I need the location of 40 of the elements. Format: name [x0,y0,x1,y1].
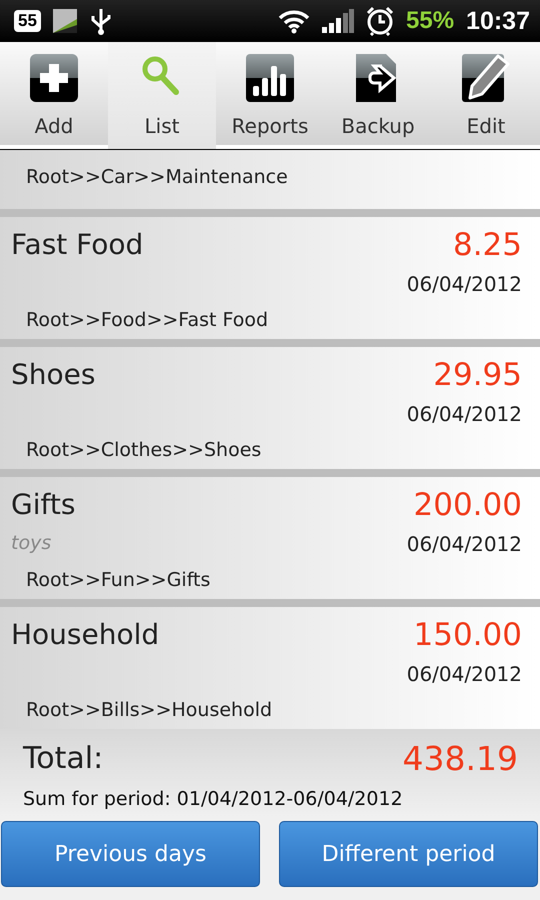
expense-amount: 200.00 [412,486,522,525]
usb-icon [88,7,113,35]
pencil-icon [460,52,512,104]
period-button[interactable]: Previous days [1,821,260,887]
expense-row[interactable]: Household 150.00 06/04/2012 Root>>Bills>>Household [0,607,540,729]
bar-chart-icon [244,52,296,104]
expense-date: 06/04/2012 [406,272,522,298]
expense-note: toys [11,532,52,556]
expense-amount: 29.95 [432,356,522,395]
wifi-icon [278,8,310,34]
period-button[interactable]: Different period [279,821,538,887]
period-summary: Sum for period: 01/04/2012-06/04/2012 [23,787,404,812]
expense-amount: 150.00 [412,616,522,655]
expense-name: Shoes [11,357,96,393]
expense-date: 06/04/2012 [406,532,522,558]
total-amount: 438.19 [402,738,518,780]
alarm-clock-icon [366,6,394,36]
expense-row[interactable]: Shoes 29.95 06/04/2012 Root>>Clothes>>Shoes [0,347,540,469]
category-path: Root>>Bills>>Household [25,699,274,721]
expense-date: 06/04/2012 [406,662,522,688]
toolbar-tab[interactable]: List [108,42,216,149]
expense-name: Household [11,617,160,653]
expense-date: 06/04/2012 [406,402,522,428]
expense-name: Fast Food [11,227,144,263]
category-path: Root>>Car>>Maintenance [25,166,289,188]
signal-icon [322,9,354,33]
expense-name: Gifts [11,487,76,523]
notification-badge: 55 [14,10,41,32]
network-3g-icon [52,9,77,33]
expense-row[interactable]: Fast Food 8.25 06/04/2012 Root>>Food>>Fast Food [0,217,540,339]
category-path: Root>>Food>>Fast Food [25,309,270,331]
expense-row[interactable]: Root>>Car>>Maintenance [0,150,540,209]
battery-percent: 55% [406,7,454,35]
expense-amount: 8.25 [452,226,522,265]
total-label: Total: [23,740,104,778]
expense-row[interactable]: Gifts 200.00 toys 06/04/2012 Root>>Fun>>Gifts [0,477,540,599]
add-icon [28,52,80,104]
clock-time: 10:37 [466,6,530,36]
category-path: Root>>Fun>>Gifts [25,569,212,591]
category-path: Root>>Clothes>>Shoes [25,439,262,461]
